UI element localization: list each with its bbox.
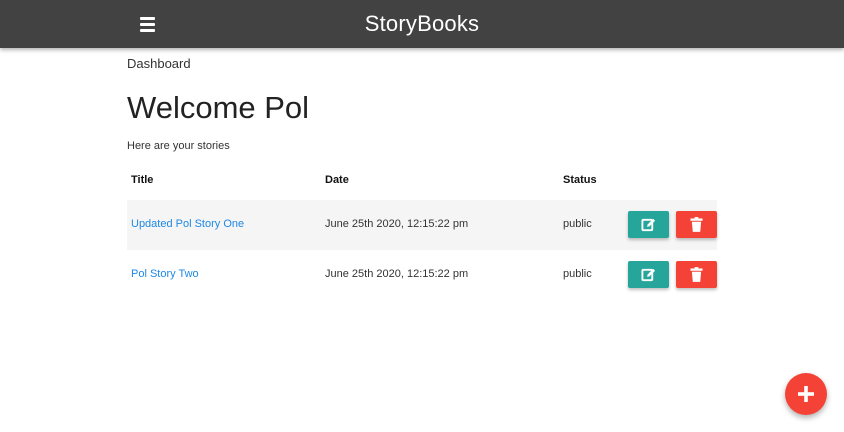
edit-icon [641, 268, 656, 282]
story-title-link[interactable]: Updated Pol Story One [131, 218, 244, 230]
story-status: public [563, 268, 592, 280]
column-header-date: Date [325, 174, 349, 186]
table-row: Updated Pol Story One June 25th 2020, 12… [127, 200, 717, 250]
plus-icon [798, 386, 814, 402]
add-story-button[interactable] [785, 373, 827, 415]
brand-container: StoryBooks [0, 11, 844, 37]
trash-icon [690, 267, 703, 282]
column-header-title: Title [131, 174, 154, 186]
story-title-cell: Pol Story Two [131, 268, 199, 280]
table-row: Pol Story Two June 25th 2020, 12:15:22 p… [127, 250, 717, 300]
navbar: StoryBooks [0, 0, 844, 48]
delete-story-button[interactable] [676, 261, 717, 288]
page-subtitle: Here are your stories [127, 140, 230, 152]
edit-icon [641, 218, 656, 232]
column-header-status: Status [563, 174, 597, 186]
delete-story-button[interactable] [676, 211, 717, 238]
story-title-cell: Updated Pol Story One [131, 218, 244, 230]
breadcrumb: Dashboard [127, 56, 191, 71]
page-title: Welcome Pol [127, 90, 310, 125]
brand-logo[interactable]: StoryBooks [365, 11, 480, 36]
trash-icon [690, 217, 703, 232]
story-title-link[interactable]: Pol Story Two [131, 268, 199, 280]
edit-story-button[interactable] [628, 211, 669, 238]
edit-story-button[interactable] [628, 261, 669, 288]
story-date: June 25th 2020, 12:15:22 pm [325, 268, 469, 280]
stories-table: Title Date Status Updated Pol Story One … [127, 164, 717, 300]
table-header: Title Date Status [127, 164, 717, 200]
story-date: June 25th 2020, 12:15:22 pm [325, 218, 469, 230]
story-status: public [563, 218, 592, 230]
